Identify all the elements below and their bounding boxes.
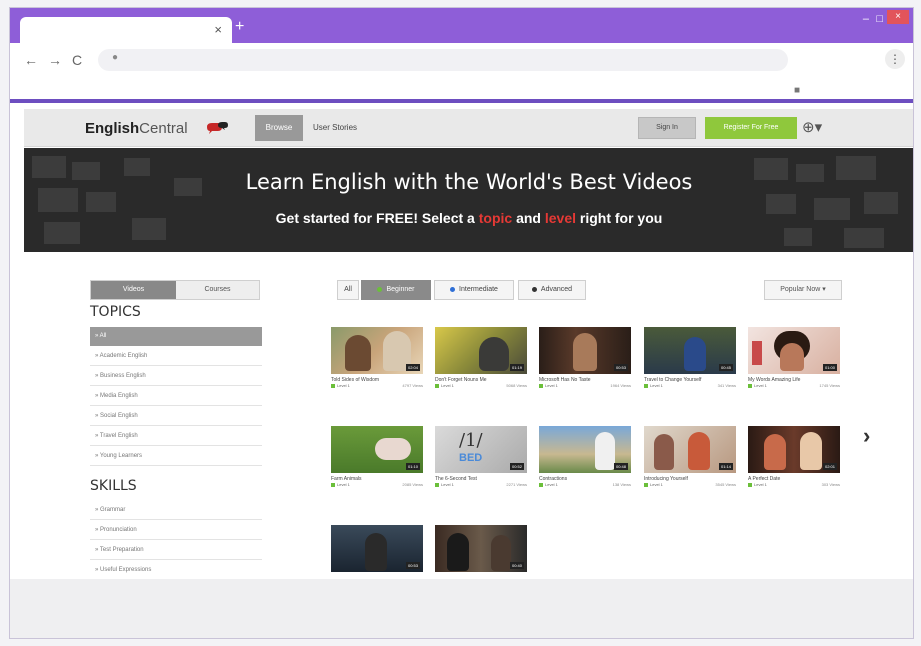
skill-item[interactable]: » Pronunciation [90, 521, 262, 540]
filter-all[interactable]: All [337, 280, 359, 300]
video-card[interactable]: 00:45 Travel to Change Yourself Level 1 … [644, 327, 736, 388]
video-level: Level 1 [644, 383, 663, 388]
skills-heading: SKILLS [90, 478, 137, 494]
video-level: Level 1 [748, 482, 767, 487]
video-card[interactable]: 00:53 [331, 525, 423, 579]
topic-item[interactable]: » Business English [90, 367, 262, 386]
hero-banner: Learn English with the World's Best Vide… [24, 148, 913, 252]
browser-toolbar: ← → C ● ⋮ [10, 43, 913, 77]
video-thumbnail[interactable]: 00:53 [331, 525, 423, 572]
video-card[interactable]: 01:10 Farm Animals Level 1 2085 Views [331, 426, 423, 487]
video-level: Level 1 [644, 482, 663, 487]
video-views: 4797 Views [402, 383, 423, 388]
sign-in-button[interactable]: Sign In [638, 117, 696, 139]
sort-dropdown[interactable]: Popular Now ▾ [764, 280, 842, 300]
hero-subtitle: Get started for FREE! Select a topic and… [275, 210, 663, 226]
language-globe-icon[interactable]: ⊕▾ [802, 119, 822, 137]
back-icon[interactable]: ← [24, 52, 38, 68]
skill-item[interactable]: » Test Preparation [90, 541, 262, 560]
maximize-icon[interactable]: □ [876, 12, 883, 26]
address-bar[interactable]: ● [98, 49, 788, 71]
filter-advanced[interactable]: Advanced [518, 280, 586, 300]
video-views: 3545 Views [715, 482, 736, 487]
topic-item[interactable]: » Social English [90, 407, 262, 426]
new-tab-icon[interactable]: + [235, 19, 244, 35]
topic-item[interactable]: » Media English [90, 387, 262, 406]
user-stories-link[interactable]: User Stories [313, 122, 357, 134]
browse-nav-button[interactable]: Browse [255, 115, 303, 141]
video-thumbnail[interactable]: 01:10 [331, 426, 423, 473]
video-card[interactable]: 02:01 A Perfect Date Level 1 303 Views [748, 426, 840, 487]
video-thumbnail[interactable]: 01:14 [644, 426, 736, 473]
video-views: 341 Views [717, 383, 736, 388]
site-logo[interactable]: EnglishCentral [85, 120, 188, 138]
video-views: 1745 Views [819, 383, 840, 388]
video-level: Level 1 [435, 482, 454, 487]
video-views: 303 Views [821, 482, 840, 487]
video-thumbnail[interactable]: 02:04 [331, 327, 423, 374]
topic-item[interactable]: » Travel English [90, 427, 262, 446]
video-thumbnail[interactable]: 00:45 [644, 327, 736, 374]
video-card[interactable]: 01:19 Don't Forget Nouns Me Level 1 5068… [435, 327, 527, 388]
tab-close-icon[interactable]: × [214, 22, 222, 38]
browser-window: × + – □ × ← → C ● ⋮ ■ EnglishCentral Bro… [9, 7, 914, 639]
web-page: EnglishCentral Browse User Stories Sign … [24, 109, 913, 579]
video-card[interactable]: 01:14 Introducing Yourself Level 1 3545 … [644, 426, 736, 487]
topic-item[interactable]: » Academic English [90, 347, 262, 366]
bookmarks-bar: ■ [10, 77, 913, 103]
register-button[interactable]: Register For Free [705, 117, 797, 139]
video-level: Level 1 [435, 383, 454, 388]
page-background [10, 579, 913, 638]
window-close-icon[interactable]: × [887, 10, 909, 24]
topic-item[interactable]: » Young Learners [90, 447, 262, 466]
tab-strip: × + – □ × [10, 8, 913, 43]
skill-item[interactable]: » Useful Expressions [90, 561, 262, 579]
video-views: 1964 Views [610, 383, 631, 388]
video-views: 2085 Views [402, 482, 423, 487]
video-level: Level 1 [539, 383, 558, 388]
video-level: Level 1 [331, 383, 350, 388]
menu-icon[interactable]: ⋮ [885, 49, 905, 69]
lock-icon: ● [112, 52, 119, 63]
browser-tab[interactable]: × [20, 17, 232, 43]
filter-intermediate[interactable]: Intermediate [434, 280, 514, 300]
video-views: 2271 Views [506, 482, 527, 487]
video-thumbnail[interactable]: /1/ BED 00:52 [435, 426, 527, 473]
next-page-arrow[interactable]: › [863, 425, 870, 447]
video-card[interactable]: 02:04 Told Sides of Wisdom Level 1 4797 … [331, 327, 423, 388]
extension-icon[interactable]: ■ [794, 85, 800, 96]
video-thumbnail[interactable]: 00:48 [539, 426, 631, 473]
level-link[interactable]: level [545, 210, 576, 226]
video-level: Level 1 [748, 383, 767, 388]
video-card[interactable]: 01:00 My Words Amazing Life Level 1 1745… [748, 327, 840, 388]
site-header: EnglishCentral Browse User Stories Sign … [24, 109, 913, 147]
topic-link[interactable]: topic [479, 210, 512, 226]
courses-toggle[interactable]: Courses [176, 281, 259, 299]
speech-bubbles-icon [207, 122, 228, 134]
video-card[interactable]: 00:40 [435, 525, 527, 579]
video-views: 138 Views [612, 482, 631, 487]
reload-icon[interactable]: C [72, 52, 82, 68]
video-thumbnail[interactable]: 02:01 [748, 426, 840, 473]
video-thumbnail[interactable]: 01:00 [748, 327, 840, 374]
filter-beginner[interactable]: Beginner [361, 280, 431, 300]
topic-item-all[interactable]: » All [90, 327, 262, 346]
video-card[interactable]: /1/ BED 00:52 The 6-Second Test Level 1 … [435, 426, 527, 487]
minimize-icon[interactable]: – [863, 12, 869, 26]
skill-item[interactable]: » Grammar [90, 501, 262, 520]
topics-heading: TOPICS [90, 304, 141, 320]
video-level: Level 1 [331, 482, 350, 487]
video-thumbnail[interactable]: 00:53 [539, 327, 631, 374]
video-thumbnail[interactable]: 01:19 [435, 327, 527, 374]
video-card[interactable]: 00:48 Contractions Level 1 138 Views [539, 426, 631, 487]
videos-toggle[interactable]: Videos [91, 281, 176, 299]
hero-title: Learn English with the World's Best Vide… [245, 170, 693, 194]
videos-courses-toggle: Videos Courses [90, 280, 260, 300]
forward-icon[interactable]: → [48, 52, 62, 68]
video-views: 5068 Views [506, 383, 527, 388]
video-card[interactable]: 00:53 Microsoft Has No Taste Level 1 196… [539, 327, 631, 388]
video-thumbnail[interactable]: 00:40 [435, 525, 527, 572]
video-level: Level 1 [539, 482, 558, 487]
